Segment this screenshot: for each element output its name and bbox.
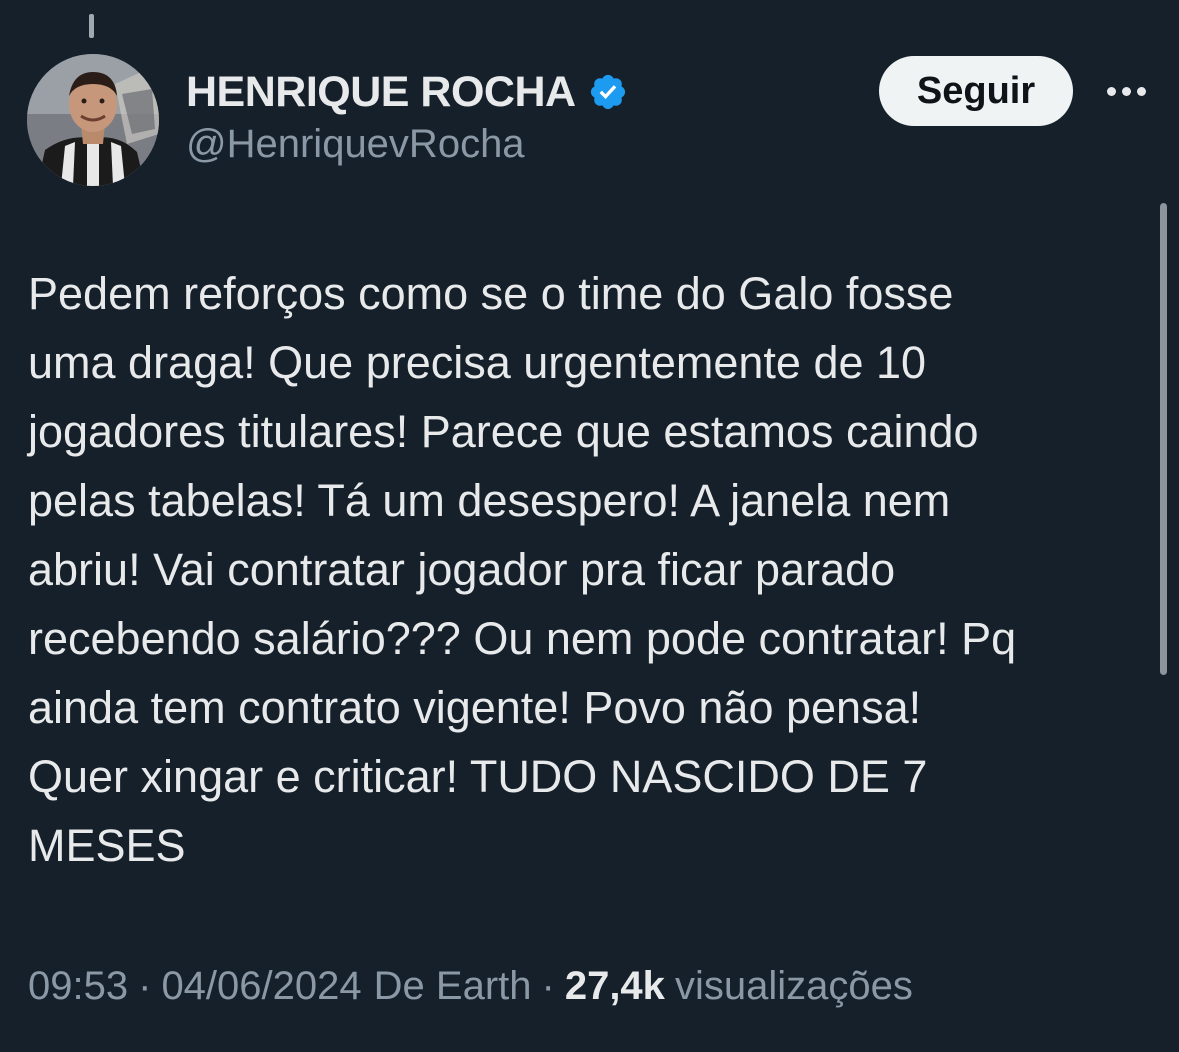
display-name[interactable]: HENRIQUE ROCHA [186, 68, 576, 117]
tweet-text-line: Pedem reforços como se o time do Galo fo… [28, 268, 954, 319]
scrollbar[interactable] [1160, 203, 1167, 675]
tweet-text-line: MESES [28, 820, 186, 871]
tweet-time[interactable]: 09:53 [28, 964, 128, 1009]
more-dot [1106, 86, 1116, 96]
tweet-date[interactable]: 04/06/2024 [161, 964, 361, 1009]
tweet-text-line: abriu! Vai contratar jogador pra ficar p… [28, 544, 896, 595]
thread-connector-line [89, 14, 94, 38]
views-label[interactable]: visualizações [665, 964, 913, 1009]
tweet-text-line: pelas tabelas! Tá um desespero! A janela… [28, 475, 951, 526]
meta-separator: · [138, 964, 152, 1008]
tweet-text-line: Quer xingar e criticar! TUDO NASCIDO DE … [28, 751, 928, 802]
tweet-text-line: uma draga! Que precisa urgentemente de 1… [28, 337, 927, 388]
display-name-row: HENRIQUE ROCHA [186, 66, 628, 118]
meta-separator: · [541, 964, 555, 1008]
author-info[interactable]: HENRIQUE ROCHA @HenriquevRocha [186, 66, 628, 167]
follow-button[interactable]: Seguir [879, 56, 1073, 126]
author-handle[interactable]: @HenriquevRocha [186, 122, 628, 167]
tweet-text: Pedem reforços como se o time do Galo fo… [28, 259, 1153, 880]
tweet-text-line: recebendo salário??? Ou nem pode contrat… [28, 613, 1017, 664]
tweet-source: De Earth [373, 964, 532, 1008]
views-count[interactable]: 27,4k [565, 964, 665, 1009]
avatar[interactable] [27, 54, 159, 186]
verified-badge-icon[interactable] [588, 72, 628, 112]
tweet-text-line: ainda tem contrato vigente! Povo não pen… [28, 682, 922, 733]
more-horizontal-icon[interactable] [1098, 76, 1154, 106]
avatar-image [27, 54, 159, 186]
more-dot [1121, 86, 1131, 96]
tweet-text-line: jogadores titulares! Parece que estamos … [28, 406, 979, 457]
tweet-meta: 09:53 · 04/06/2024 De Earth · 27,4k visu… [28, 964, 913, 1009]
more-dot [1136, 86, 1146, 96]
